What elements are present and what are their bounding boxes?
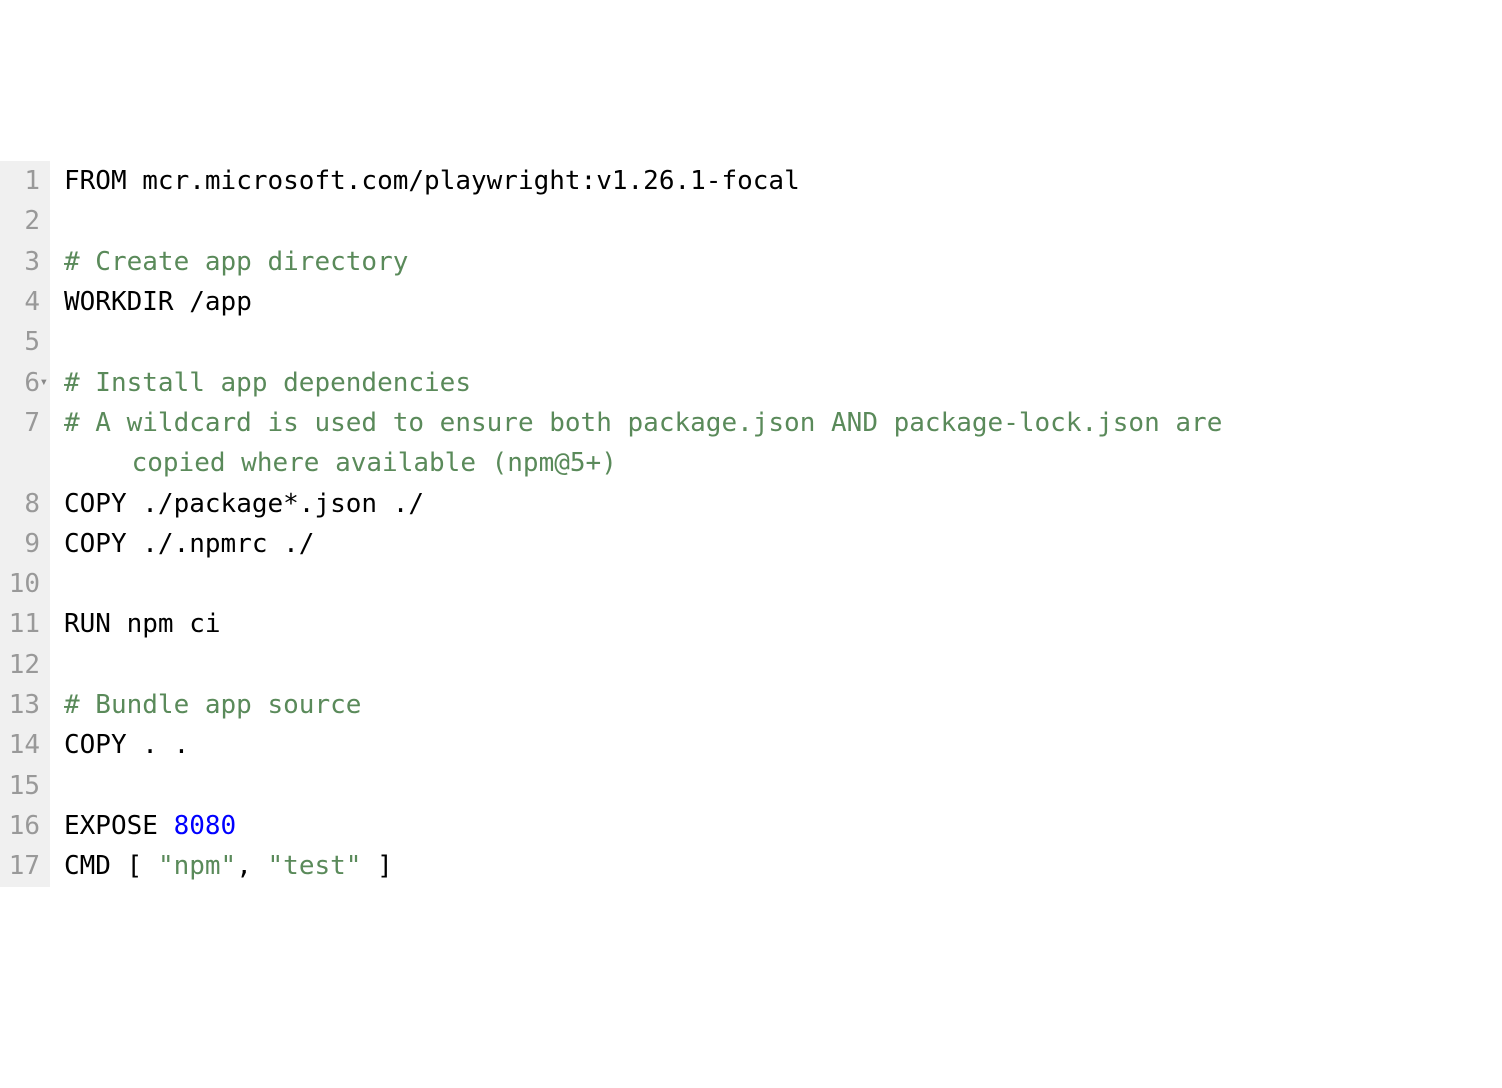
line-number: 5: [6, 322, 40, 362]
line-number: 15: [6, 766, 40, 806]
code-token: ./.npmrc ./: [127, 529, 315, 559]
code-line[interactable]: [64, 322, 1502, 362]
line-number: 8: [6, 484, 40, 524]
line-number: 1: [6, 161, 40, 201]
line-number: 13: [6, 685, 40, 725]
line-number: 14: [6, 725, 40, 765]
line-number: 11: [6, 604, 40, 644]
line-number: 10: [6, 564, 40, 604]
code-line[interactable]: WORKDIR /app: [64, 282, 1502, 322]
code-line[interactable]: FROM mcr.microsoft.com/playwright:v1.26.…: [64, 161, 1502, 201]
code-token: WORKDIR: [64, 287, 174, 317]
fold-marker-icon[interactable]: ▾: [40, 372, 48, 394]
code-token: RUN: [64, 609, 111, 639]
code-token: # Bundle app source: [64, 690, 361, 720]
line-number: 16: [6, 806, 40, 846]
line-number: 7: [6, 403, 40, 443]
code-line[interactable]: # Bundle app source: [64, 685, 1502, 725]
code-line[interactable]: # Install app dependencies: [64, 363, 1502, 403]
code-token: 8080: [174, 811, 237, 841]
code-token: copied where available (npm@5+): [132, 448, 617, 478]
code-token: /app: [174, 287, 252, 317]
line-number: 6▾: [6, 363, 40, 403]
line-number: 2: [6, 201, 40, 241]
code-area[interactable]: FROM mcr.microsoft.com/playwright:v1.26.…: [50, 161, 1502, 886]
code-token: [111, 851, 127, 881]
code-line[interactable]: COPY ./.npmrc ./: [64, 524, 1502, 564]
code-line[interactable]: CMD [ "npm", "test" ]: [64, 846, 1502, 886]
code-line[interactable]: [64, 201, 1502, 241]
code-token: # Install app dependencies: [64, 368, 471, 398]
line-number: 12: [6, 645, 40, 685]
code-token: "test": [268, 851, 362, 881]
code-token: mcr.microsoft.com/playwright:v1.26.1-foc…: [127, 166, 800, 196]
code-token: ,: [236, 851, 267, 881]
code-token: # A wildcard is used to ensure both pack…: [64, 408, 1222, 438]
code-line[interactable]: RUN npm ci: [64, 604, 1502, 644]
code-line[interactable]: # Create app directory: [64, 242, 1502, 282]
code-token: [: [127, 851, 158, 881]
code-line[interactable]: [64, 645, 1502, 685]
code-token: COPY: [64, 730, 127, 760]
line-number-gutter: 123456▾7891011121314151617: [0, 161, 50, 886]
code-token: COPY: [64, 489, 127, 519]
code-line[interactable]: COPY ./package*.json ./: [64, 484, 1502, 524]
code-line[interactable]: [64, 766, 1502, 806]
code-token: npm ci: [111, 609, 221, 639]
code-token: ]: [361, 851, 392, 881]
line-number-continuation: [6, 443, 40, 483]
code-token: FROM: [64, 166, 127, 196]
code-line[interactable]: EXPOSE 8080: [64, 806, 1502, 846]
code-token: CMD: [64, 851, 111, 881]
code-token: "npm": [158, 851, 236, 881]
code-line[interactable]: # A wildcard is used to ensure both pack…: [64, 403, 1502, 484]
code-line[interactable]: [64, 564, 1502, 604]
line-number: 4: [6, 282, 40, 322]
code-token: ./package*.json ./: [127, 489, 424, 519]
line-number: 17: [6, 846, 40, 886]
code-token: . .: [127, 730, 190, 760]
code-editor[interactable]: 123456▾7891011121314151617 FROM mcr.micr…: [0, 161, 1502, 886]
code-token: # Create app directory: [64, 247, 408, 277]
code-token: COPY: [64, 529, 127, 559]
code-token: EXPOSE: [64, 811, 158, 841]
line-number: 9: [6, 524, 40, 564]
line-number: 3: [6, 242, 40, 282]
code-line[interactable]: COPY . .: [64, 725, 1502, 765]
code-token: [158, 811, 174, 841]
